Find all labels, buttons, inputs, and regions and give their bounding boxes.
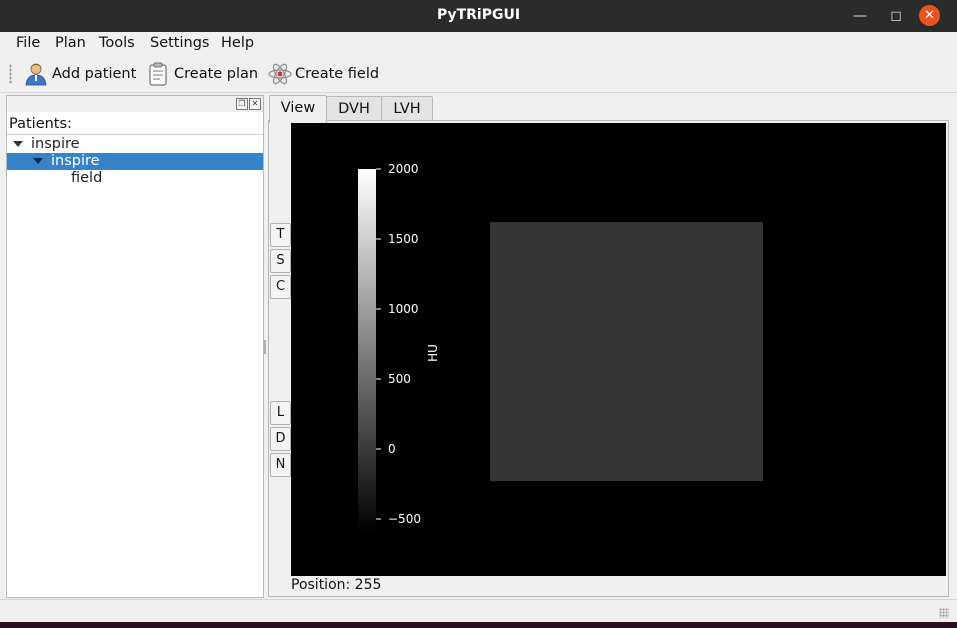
dose-button[interactable]: D: [270, 427, 291, 451]
add-patient-button[interactable]: Add patient: [24, 61, 136, 87]
window-title: PyTRiPGUI: [436, 7, 521, 23]
colorbar-tick-label: 500: [388, 372, 411, 386]
close-icon[interactable]: ✕: [919, 5, 940, 26]
dock-close-icon[interactable]: ✕: [249, 98, 261, 110]
ct-image-slice: [490, 222, 763, 481]
add-patient-label: Add patient: [52, 66, 137, 82]
position-readout: Position: 255: [291, 577, 382, 593]
coronal-button[interactable]: C: [270, 275, 291, 299]
sagittal-button[interactable]: S: [270, 249, 291, 273]
tree-item-label: field: [71, 170, 103, 186]
create-plan-label: Create plan: [174, 66, 259, 82]
tab-lvh[interactable]: LVH: [381, 96, 433, 122]
toolbar: Add patient Create plan Create field: [0, 56, 957, 93]
menu-bar: File Plan Tools Settings Help: [0, 32, 957, 56]
user-icon: [24, 62, 48, 86]
image-canvas[interactable]: 2000 1500 1000 500 0 −500 HU: [291, 123, 946, 576]
splitter-handle[interactable]: [264, 340, 266, 354]
create-plan-button[interactable]: Create plan: [146, 61, 258, 87]
clipboard-icon: [146, 62, 170, 86]
none-button[interactable]: N: [270, 453, 291, 477]
float-icon[interactable]: ❐: [236, 98, 248, 110]
menu-tools[interactable]: Tools: [99, 35, 135, 51]
menu-settings[interactable]: Settings: [150, 35, 209, 51]
transversal-button[interactable]: T: [270, 223, 291, 247]
tree-item-label: inspire: [31, 136, 80, 152]
patient-dock: ❐ ✕ Patients: inspire inspire field: [6, 95, 264, 598]
colorbar: [358, 169, 376, 533]
colorbar-label: HU: [426, 344, 440, 362]
colorbar-tick-label: 1500: [388, 232, 419, 246]
create-field-button[interactable]: Create field: [267, 61, 379, 87]
tree-item-field[interactable]: field: [7, 170, 263, 187]
dock-header: ❐ ✕: [7, 96, 263, 112]
expand-arrow-icon[interactable]: [33, 158, 43, 164]
expand-arrow-icon[interactable]: [13, 141, 23, 147]
colorbar-tick-label: −500: [388, 512, 421, 526]
colorbar-tick-label: 2000: [388, 162, 419, 176]
menu-plan[interactable]: Plan: [55, 35, 86, 51]
colorbar-ticks: 2000 1500 1000 500 0 −500: [376, 162, 421, 526]
tab-dvh[interactable]: DVH: [326, 96, 382, 122]
tree-divider: [7, 134, 263, 135]
tab-view[interactable]: View: [269, 95, 327, 123]
tree-item-label: inspire: [51, 153, 100, 169]
app-window: PyTRiPGUI — ◻ ✕ File Plan Tools Settings…: [0, 0, 957, 622]
plot-svg: 2000 1500 1000 500 0 −500 HU: [358, 162, 763, 533]
size-grip[interactable]: [939, 608, 949, 618]
create-field-label: Create field: [295, 66, 380, 82]
maximize-icon[interactable]: ◻: [886, 6, 906, 26]
tree-item-patient[interactable]: inspire: [7, 136, 263, 153]
let-button[interactable]: L: [270, 401, 291, 425]
toolbar-grip[interactable]: [9, 64, 12, 84]
colorbar-tick-label: 1000: [388, 302, 419, 316]
tree-item-plan[interactable]: inspire: [7, 153, 263, 170]
menu-help[interactable]: Help: [221, 35, 254, 51]
minimize-icon[interactable]: —: [850, 6, 870, 26]
title-bar[interactable]: PyTRiPGUI — ◻ ✕: [0, 0, 957, 32]
tree-header: Patients:: [9, 116, 72, 132]
menu-file[interactable]: File: [16, 35, 40, 51]
colorbar-tick-label: 0: [388, 442, 396, 456]
status-bar: [0, 599, 957, 622]
atom-icon: [267, 62, 292, 86]
